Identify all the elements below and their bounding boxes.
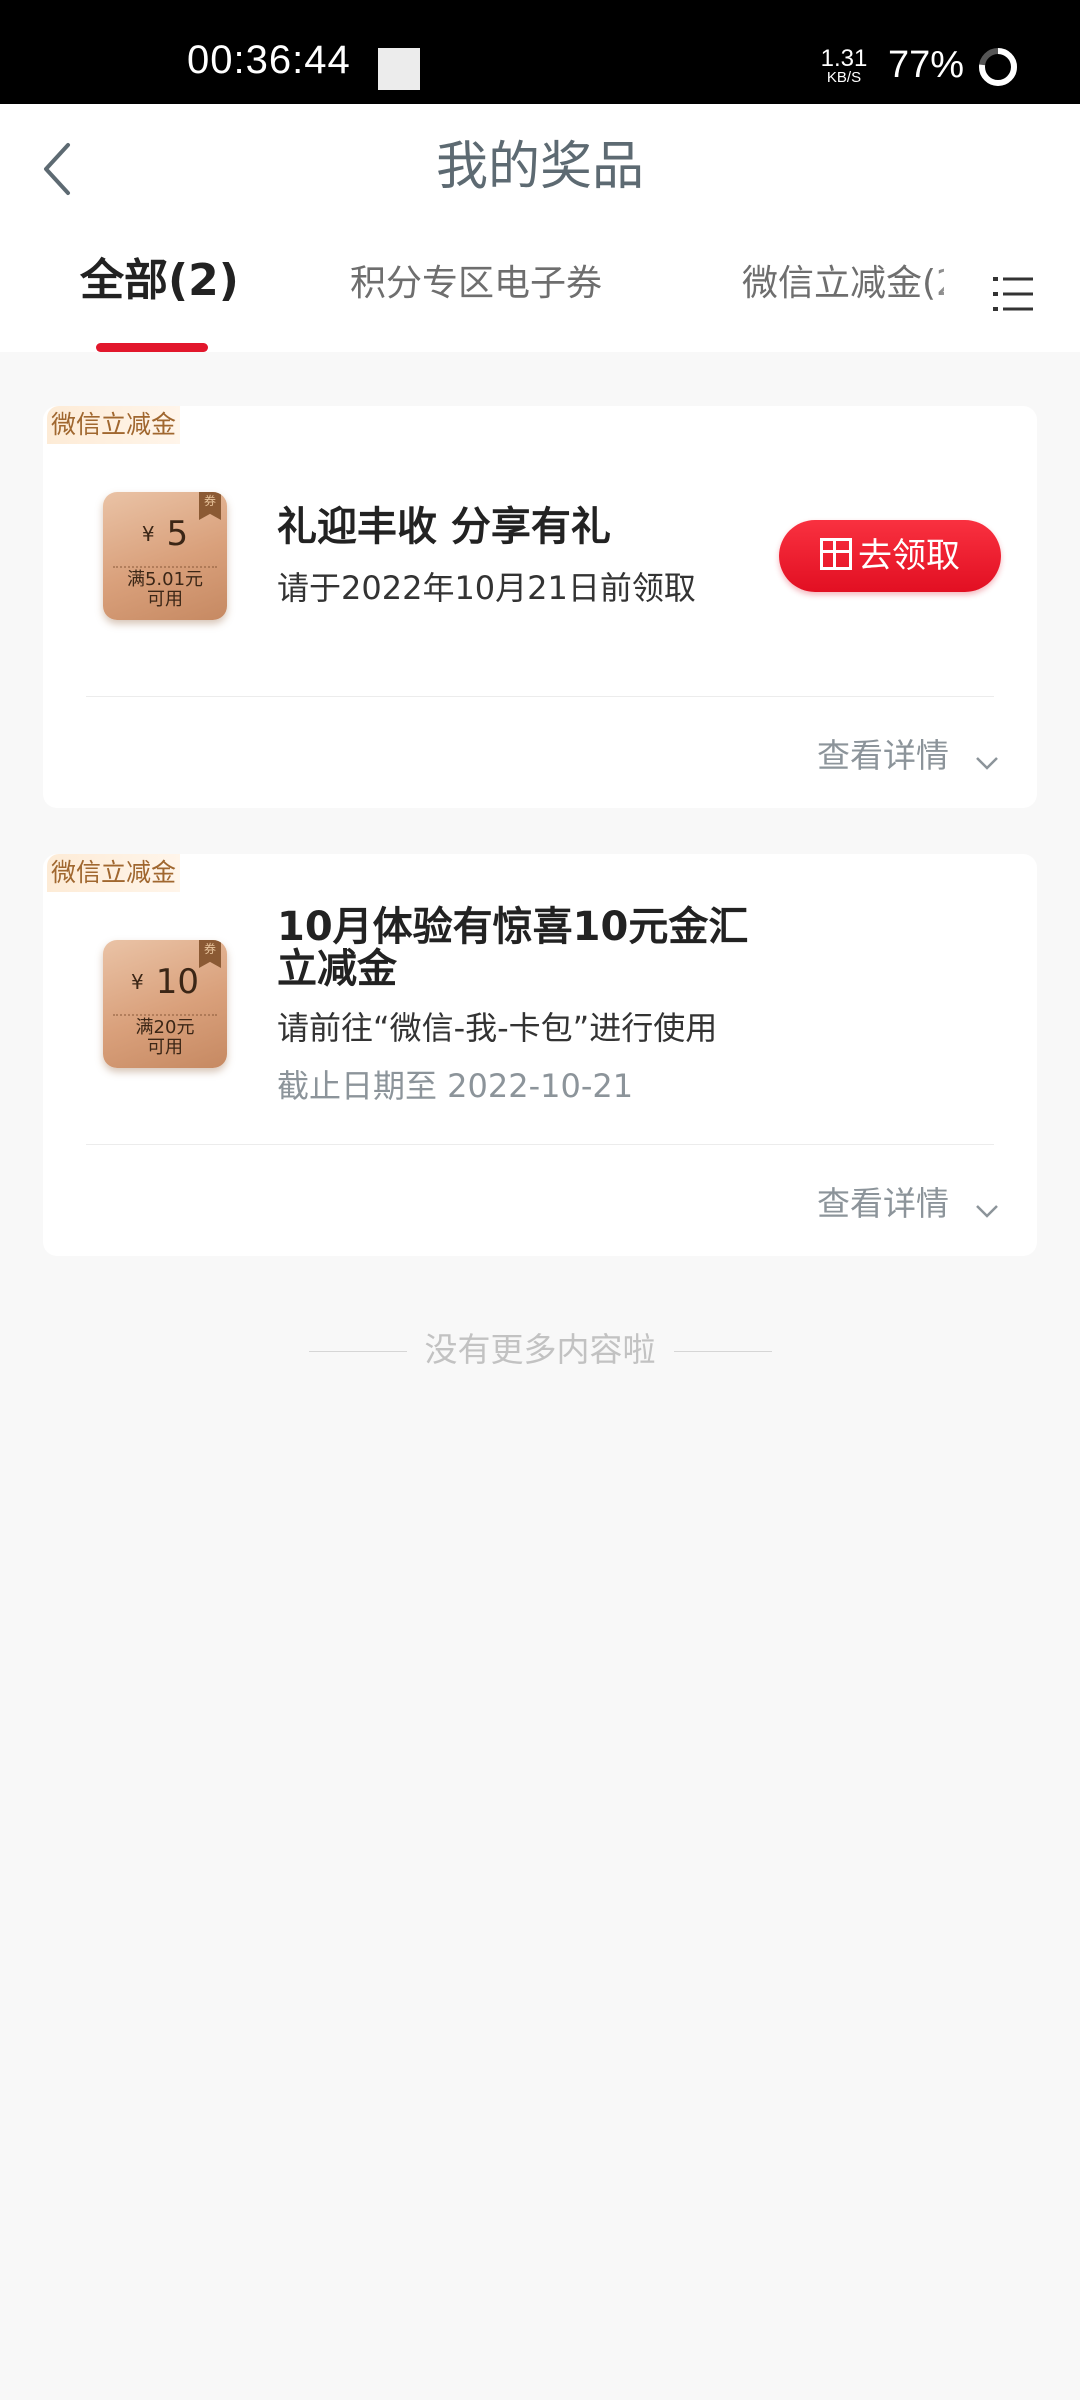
card-expiry: 截止日期至 2022-10-21: [277, 1067, 634, 1105]
tab-all[interactable]: 全部(2): [80, 257, 239, 305]
card-title-line2: 立减金: [277, 946, 397, 992]
notification-icon: [378, 48, 420, 90]
tab-points-coupons[interactable]: 积分专区电子券: [350, 260, 602, 308]
card-subtitle: 请于2022年10月21日前领取: [277, 569, 696, 607]
page-title: 我的奖品: [435, 137, 644, 197]
menu-list-icon[interactable]: [993, 274, 1033, 314]
coupon-condition-line1: 满20元: [135, 1017, 195, 1038]
coupon-badge: 券 ¥10 满20元 可用: [103, 940, 227, 1068]
coupon-condition-line1: 满5.01元: [126, 569, 204, 590]
view-details-link[interactable]: 查看详情: [817, 736, 949, 776]
chevron-down-icon[interactable]: [973, 748, 1001, 776]
claim-button-label: 去领取: [858, 536, 960, 576]
card-title: 礼迎丰收 分享有礼: [277, 504, 611, 550]
divider-line-left: [308, 1351, 407, 1352]
page-header: 我的奖品 全部(2) 积分专区电子券 微信立减金(2): [0, 104, 1080, 352]
tab-fade-overlay: [930, 254, 980, 314]
battery-percent: 77%: [888, 44, 965, 86]
network-speed-value: 1.31: [820, 45, 868, 72]
battery-ring-icon: [979, 48, 1017, 86]
card-subtitle: 请前往“微信-我-卡包”进行使用: [277, 1009, 718, 1047]
coupon-separator: [113, 1014, 217, 1016]
coupon-currency: ¥: [131, 970, 144, 994]
coupon-separator: [113, 566, 217, 568]
status-time: 00:36:44: [187, 38, 351, 82]
view-details-link[interactable]: 查看详情: [817, 1184, 949, 1224]
card-title-line1: 10月体验有惊喜10元金汇: [277, 904, 749, 950]
coupon-condition: 满5.01元 可用: [103, 570, 227, 610]
tab-wechat-discount[interactable]: 微信立减金(2): [742, 260, 944, 308]
prize-card: 微信立减金 券 ¥10 满20元 可用 10月体验有惊喜10元金汇 立减金 请前往…: [43, 854, 1037, 1256]
no-more-text: 没有更多内容啦: [424, 1330, 656, 1369]
coupon-value: ¥5: [103, 514, 227, 554]
card-divider: [86, 1144, 994, 1145]
coupon-badge: 券 ¥5 满5.01元 可用: [103, 492, 227, 620]
network-speed-unit: KB/S: [826, 69, 862, 86]
divider-line-right: [673, 1351, 772, 1352]
prize-card: 微信立减金 券 ¥5 满5.01元 可用 礼迎丰收 分享有礼 请于2022年10月…: [43, 406, 1037, 808]
card-divider: [86, 696, 994, 697]
claim-button[interactable]: 去领取: [779, 520, 1001, 592]
tab-active-indicator: [96, 343, 208, 352]
coupon-condition: 满20元 可用: [103, 1018, 227, 1058]
tab-wechat-discount-clip: 微信立减金(2): [742, 260, 944, 312]
card-tag: 微信立减金: [47, 406, 181, 444]
coupon-amount: 10: [155, 962, 199, 1002]
coupon-condition-line2: 可用: [147, 589, 183, 610]
network-speed: 1.31 KB/S: [816, 45, 872, 86]
coupon-value: ¥10: [103, 962, 227, 1002]
status-bar: 00:36:44 1.31 KB/S 77%: [0, 0, 1080, 104]
card-tag: 微信立减金: [47, 854, 181, 892]
coupon-currency: ¥: [141, 522, 155, 546]
coupon-condition-line2: 可用: [147, 1037, 183, 1058]
coupon-amount: 5: [166, 514, 189, 554]
no-more-content: 没有更多内容啦: [0, 1330, 1080, 1370]
chevron-down-icon[interactable]: [973, 1196, 1001, 1224]
gift-icon: [820, 538, 852, 570]
